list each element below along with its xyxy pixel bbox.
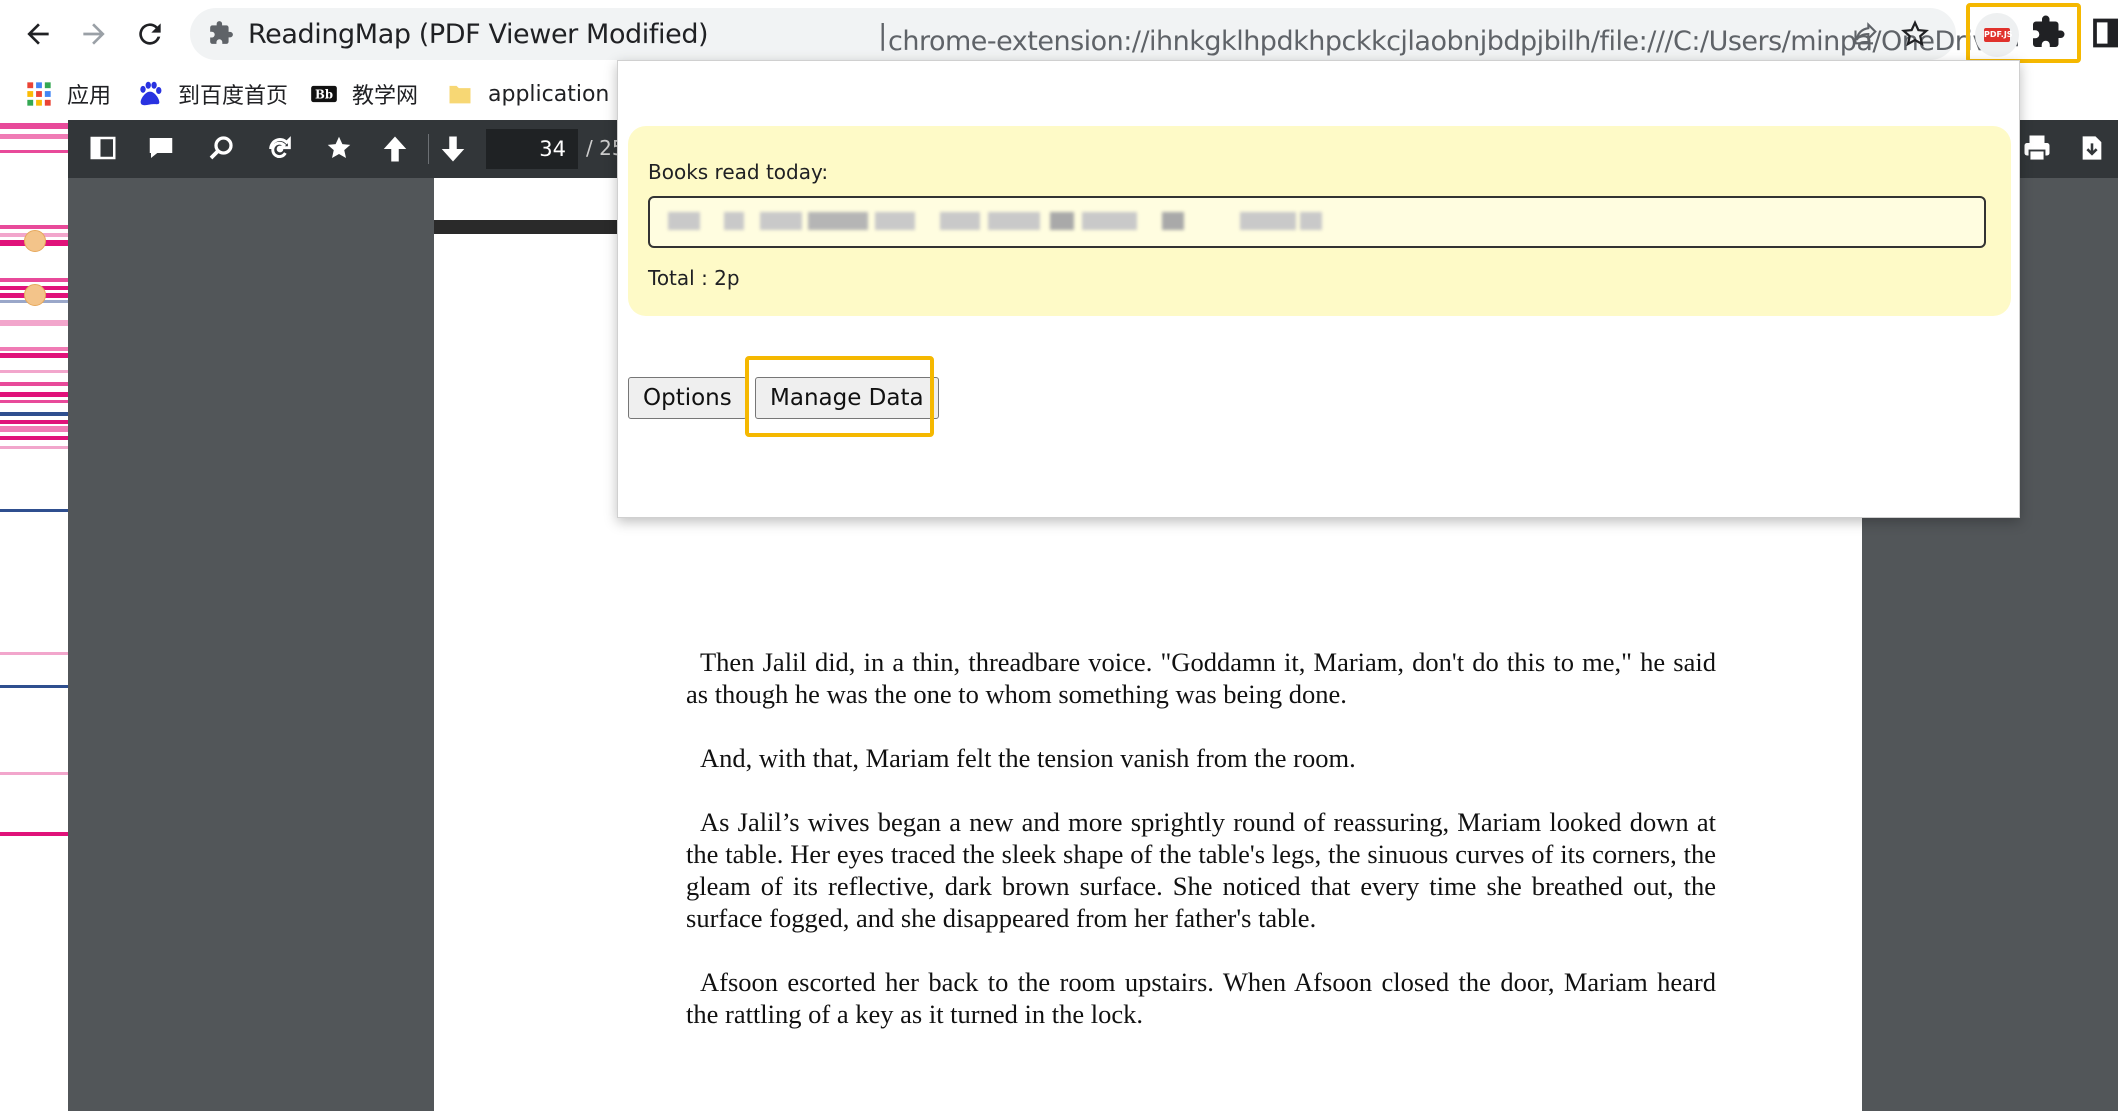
bookmark-label: 应用 <box>67 84 112 109</box>
forward-button[interactable] <box>68 8 120 60</box>
sidebar-toggle-icon[interactable] <box>88 133 118 163</box>
map-mark <box>0 134 68 139</box>
address-bar[interactable]: ReadingMap (PDF Viewer Modified) | chrom… <box>190 8 2018 60</box>
map-mark <box>0 436 68 440</box>
extension-popup: Books read today: Total : 2p Options Man… <box>617 60 2020 518</box>
side-panel-icon[interactable] <box>2092 18 2118 48</box>
browser-toolbar: ReadingMap (PDF Viewer Modified) | chrom… <box>0 0 2118 68</box>
map-mark <box>0 832 68 836</box>
download-icon[interactable] <box>2078 133 2106 163</box>
map-mark <box>0 509 68 512</box>
reload-icon <box>139 23 161 45</box>
map-mark <box>0 412 68 416</box>
books-read-list[interactable] <box>648 196 1986 248</box>
map-mark <box>0 370 68 373</box>
puzzle-icon[interactable] <box>2030 14 2066 50</box>
paragraph: And, with that, Mariam felt the tension … <box>700 743 1356 773</box>
map-mark <box>0 420 68 424</box>
map-mark <box>0 426 68 432</box>
star-icon[interactable] <box>1900 19 1930 49</box>
map-mark <box>0 320 68 326</box>
map-mark <box>0 150 68 153</box>
back-button[interactable] <box>12 8 64 60</box>
paragraph: As Jalil’s wives began a new and more sp… <box>686 807 1716 933</box>
comment-icon[interactable] <box>145 133 177 163</box>
total-pages-read: Total : 2p <box>648 266 740 290</box>
url-separator: | <box>878 18 888 51</box>
map-mark <box>0 123 68 129</box>
bookmark-jiaoxuewang[interactable]: Bb 教学网 <box>310 76 418 112</box>
pdf-extension-icon[interactable]: PDF.JS <box>1975 13 2019 57</box>
manage-data-highlight-box <box>745 356 934 437</box>
redacted-text <box>988 212 1040 230</box>
bookmark-label: 到百度首页 <box>178 84 289 109</box>
share-icon[interactable] <box>1852 20 1880 48</box>
paragraph: Afsoon escorted her back to the room ups… <box>686 967 1716 1029</box>
redacted-text <box>1300 212 1322 230</box>
redacted-text <box>1050 212 1074 230</box>
map-mark <box>0 772 68 775</box>
star-icon[interactable] <box>324 133 354 163</box>
folder-icon <box>446 80 474 108</box>
toolbar-divider <box>428 134 429 164</box>
map-position-marker[interactable] <box>24 284 46 306</box>
map-mark <box>0 400 68 403</box>
forward-arrow-icon <box>83 23 105 45</box>
bookmark-baidu[interactable]: 到百度首页 <box>136 76 288 112</box>
extension-name: ReadingMap (PDF Viewer Modified) <box>248 19 709 50</box>
map-mark <box>0 278 68 282</box>
redacted-text <box>668 212 700 230</box>
map-mark <box>0 685 68 688</box>
rotate-icon[interactable] <box>264 133 296 165</box>
map-mark <box>0 382 68 386</box>
bookmark-label: application <box>488 81 610 107</box>
redacted-text <box>1162 212 1184 230</box>
redacted-text <box>1082 212 1137 230</box>
bookmark-application-folder[interactable]: application <box>446 76 609 112</box>
pdf-badge: PDF.JS <box>1984 28 2013 42</box>
back-arrow-icon <box>27 23 49 45</box>
baidu-paw-icon <box>136 80 164 108</box>
next-page-icon[interactable] <box>438 133 468 165</box>
extension-puzzle-icon <box>210 21 233 44</box>
print-icon[interactable] <box>2021 133 2053 163</box>
books-read-label: Books read today: <box>648 160 829 184</box>
previous-page-icon[interactable] <box>380 133 410 165</box>
redacted-text <box>940 212 980 230</box>
map-mark <box>0 392 68 397</box>
redacted-text <box>760 212 802 230</box>
map-mark <box>0 347 68 351</box>
bookmark-label: 教学网 <box>352 84 419 109</box>
blackboard-icon: Bb <box>310 80 338 108</box>
reload-button[interactable] <box>124 8 176 60</box>
bookmark-apps[interactable]: 应用 <box>25 76 111 112</box>
books-read-panel: Books read today: Total : 2p <box>628 126 2011 316</box>
paragraph: Then Jalil did, in a thin, threadbare vo… <box>686 647 1716 709</box>
apps-grid-icon <box>25 80 53 108</box>
map-mark <box>0 446 68 449</box>
map-mark <box>0 225 68 229</box>
search-icon[interactable] <box>206 133 236 163</box>
redacted-text <box>875 212 915 230</box>
redacted-text <box>724 212 744 230</box>
redacted-text <box>1240 212 1296 230</box>
map-mark <box>0 652 68 655</box>
map-position-marker[interactable] <box>24 230 46 252</box>
page-number-input[interactable]: 34 <box>486 129 578 169</box>
options-button[interactable]: Options <box>628 377 747 419</box>
url-text[interactable]: chrome-extension://ihnkgklhpdkhpckkcjlao… <box>888 19 2018 58</box>
reading-map-strip[interactable] <box>0 120 68 1111</box>
svg-text:Bb: Bb <box>315 88 333 102</box>
map-mark <box>0 353 68 358</box>
redacted-text <box>808 212 868 230</box>
